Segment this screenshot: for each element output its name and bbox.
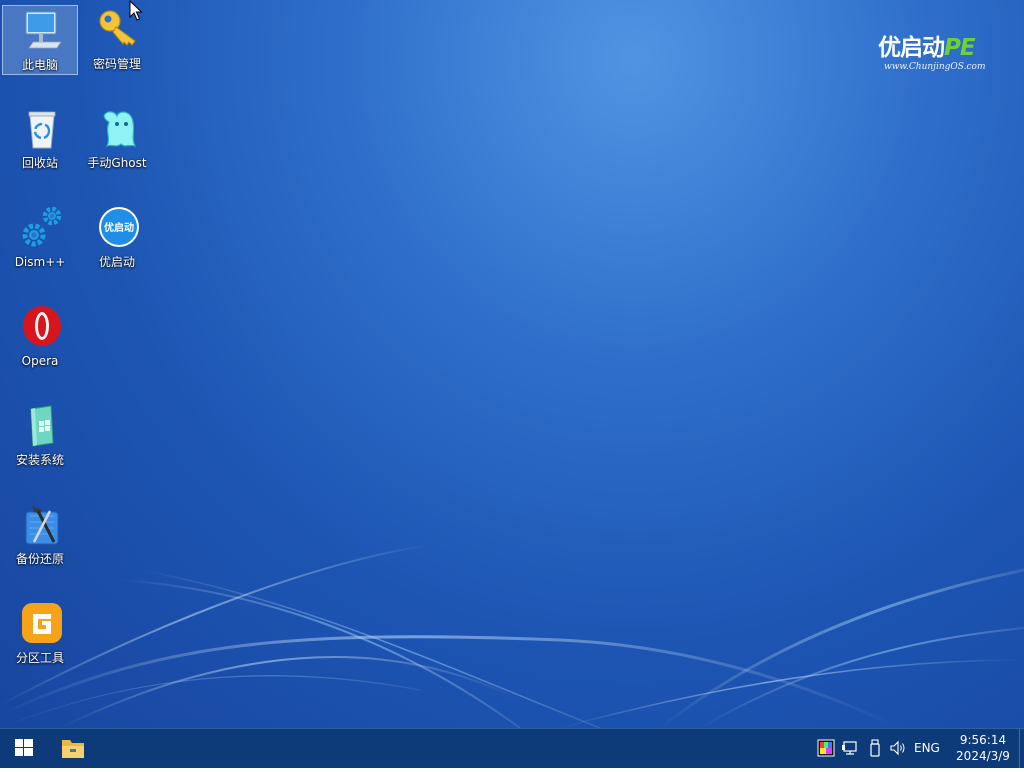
desktop-icon-label: 密码管理 [92, 57, 141, 71]
desktop-icon-recycle-bin[interactable]: 回收站 [2, 104, 78, 174]
desktop-icon-label: 分区工具 [15, 651, 64, 665]
clock-time: 9:56:14 [959, 733, 1007, 747]
recycle-bin-icon [28, 111, 56, 149]
brand-title: 优启动PE [878, 34, 982, 62]
brand-name: 优启动 [878, 35, 945, 61]
install-system-icon [30, 405, 54, 447]
gears-icon [22, 206, 62, 247]
computer-icon [25, 11, 62, 49]
desktop-icon-password-manager[interactable]: 密码管理 [79, 5, 155, 75]
desktop-icon-label: Opera [21, 354, 59, 368]
desktop-icon-label: 优启动 [98, 255, 135, 269]
folder-icon [62, 740, 84, 758]
desktop-icon-manual-ghost[interactable]: 手动Ghost [79, 104, 155, 174]
opera-icon [23, 306, 61, 346]
desktop-icon-this-pc[interactable]: 此电脑 [2, 5, 78, 75]
youqidong-logo-text: 优启动 [104, 221, 134, 234]
partition-tool-icon [22, 603, 62, 643]
desktop-icon-backup-restore[interactable]: 备份还原 [2, 500, 78, 570]
desktop-icon-label: 手动Ghost [87, 156, 147, 170]
windows-logo-icon [15, 739, 33, 756]
brand-suffix: PE [944, 35, 976, 61]
network-icon[interactable] [842, 739, 860, 757]
desktop-icon-partition-tool[interactable]: 分区工具 [2, 599, 78, 669]
desktop-icon-youqidong[interactable]: 优启动 优启动 [79, 203, 155, 273]
desktop[interactable]: 优启动PE www.ChunjingOS.com 此电脑 密码管理 回收站 手动… [0, 0, 1024, 728]
youqidong-logo-icon: 优启动 [99, 207, 139, 247]
mouse-cursor-icon [129, 0, 143, 21]
ghost-icon [103, 111, 137, 148]
taskbar: ENG 9:56:14 2024/3/9 [0, 728, 1024, 768]
taskbar-clock[interactable]: 9:56:14 2024/3/9 [952, 732, 1014, 764]
brand-logo: 优启动PE www.ChunjingOS.com [878, 34, 986, 80]
desktop-icon-label: 备份还原 [15, 552, 64, 566]
backup-restore-icon [25, 506, 59, 545]
desktop-icon-dism[interactable]: Dism++ [2, 203, 78, 273]
color-display-icon[interactable] [817, 739, 835, 757]
desktop-icon-install-system[interactable]: 安装系统 [2, 401, 78, 471]
brand-url: www.ChunjingOS.com [884, 62, 986, 72]
show-desktop-button[interactable] [1019, 729, 1024, 768]
volume-icon[interactable] [889, 739, 907, 757]
start-button[interactable] [0, 729, 48, 768]
input-language-indicator[interactable]: ENG [914, 741, 940, 755]
usb-drive-icon[interactable] [866, 739, 884, 757]
desktop-icon-opera[interactable]: Opera [2, 302, 78, 372]
desktop-icon-label: Dism++ [14, 255, 66, 269]
desktop-icon-label: 安装系统 [15, 453, 64, 467]
desktop-icon-label: 此电脑 [21, 58, 58, 72]
desktop-icon-label: 回收站 [21, 156, 58, 170]
taskbar-file-explorer[interactable] [50, 729, 96, 768]
clock-date: 2024/3/9 [956, 749, 1010, 763]
